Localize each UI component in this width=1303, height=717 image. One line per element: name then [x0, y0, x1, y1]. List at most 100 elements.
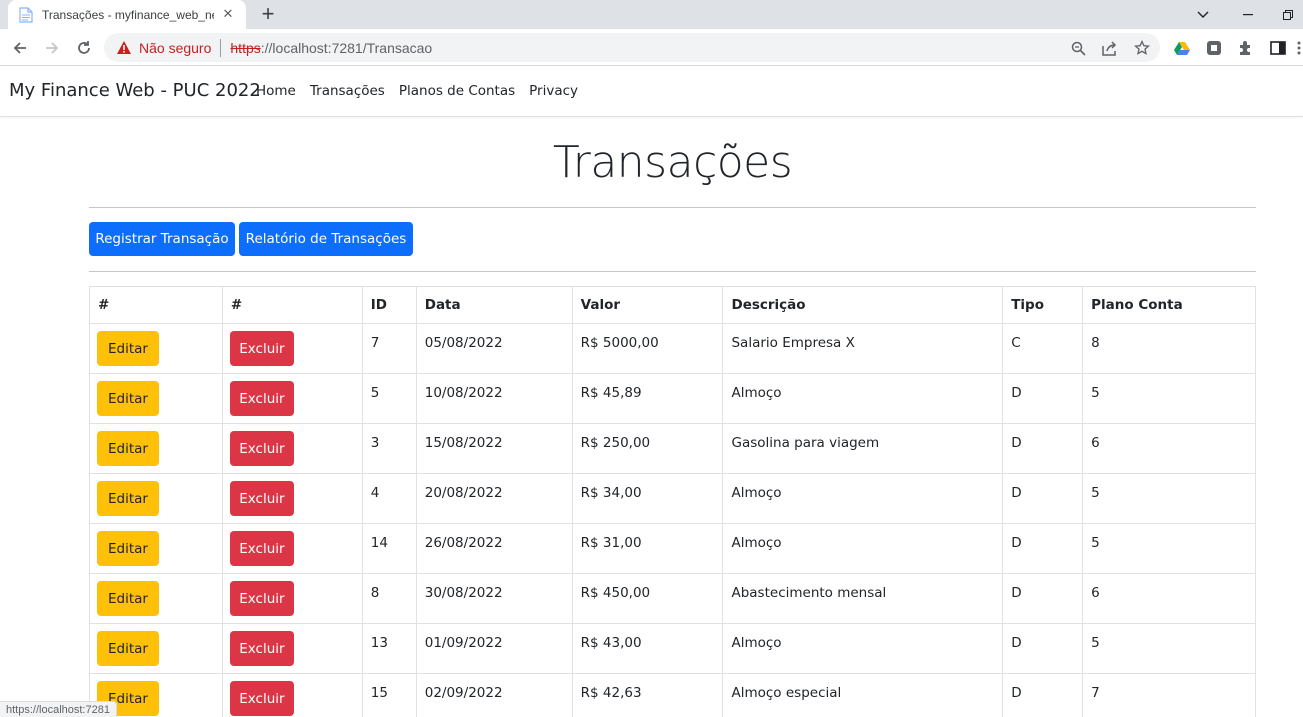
- site-navbar: My Finance Web - PUC 2022 Home Transaçõe…: [0, 66, 1303, 117]
- table-row: Editar Excluir 8 30/08/2022 R$ 450,00 Ab…: [89, 573, 1256, 624]
- delete-button[interactable]: Excluir: [229, 331, 294, 366]
- cell-description: Almoço: [722, 623, 1004, 674]
- column-header: Plano Conta: [1082, 286, 1256, 324]
- table-row: Editar Excluir 4 20/08/2022 R$ 34,00 Alm…: [89, 473, 1256, 524]
- cell-type: D: [1002, 623, 1084, 674]
- divider: [220, 38, 222, 57]
- table-row: Editar Excluir 14 26/08/2022 R$ 31,00 Al…: [89, 523, 1256, 574]
- extension-icon[interactable]: [1204, 38, 1224, 58]
- cell-date: 02/09/2022: [415, 673, 573, 717]
- delete-button[interactable]: Excluir: [229, 581, 294, 616]
- cell-value: R$ 450,00: [571, 573, 724, 624]
- column-header: Data: [415, 286, 573, 324]
- cell-value: R$ 250,00: [571, 423, 724, 474]
- cell-value: R$ 43,00: [571, 623, 724, 674]
- side-panel-icon[interactable]: [1268, 38, 1288, 58]
- browser-tab[interactable]: Transações - myfinance_web_net ✕: [8, 0, 246, 29]
- back-icon[interactable]: [7, 35, 33, 61]
- nav-link-privacy[interactable]: Privacy: [529, 83, 578, 99]
- page-title: Transações: [552, 137, 793, 188]
- cell-value: R$ 45,89: [571, 373, 724, 424]
- zoom-icon[interactable]: [1068, 38, 1088, 58]
- cell-id: 8: [361, 573, 417, 624]
- warning-icon[interactable]: [116, 40, 132, 56]
- table-header-row: # # ID Data Valor Descrição Tipo Plano C…: [89, 286, 1256, 324]
- delete-button[interactable]: Excluir: [229, 381, 294, 416]
- register-transaction-button[interactable]: Registrar Transação: [89, 222, 235, 256]
- cell-value: R$ 31,00: [571, 523, 724, 574]
- share-icon[interactable]: [1100, 38, 1120, 58]
- cell-description: Almoço: [722, 373, 1004, 424]
- restore-icon[interactable]: [1273, 0, 1303, 29]
- transaction-report-button[interactable]: Relatório de Transações: [239, 222, 413, 256]
- delete-button[interactable]: Excluir: [229, 681, 294, 716]
- browser-tabstrip: Transações - myfinance_web_net ✕ +: [0, 0, 1303, 29]
- edit-button[interactable]: Editar: [97, 581, 159, 616]
- cell-date: 15/08/2022: [415, 423, 573, 474]
- cell-date: 01/09/2022: [415, 623, 573, 674]
- cell-id: 7: [361, 323, 417, 374]
- nav-links: Home Transações Planos de Contas Privacy: [256, 83, 592, 99]
- nav-link-planos-de-contas[interactable]: Planos de Contas: [399, 83, 515, 99]
- browser-toolbar: Não seguro https://localhost:7281/Transa…: [0, 29, 1303, 66]
- google-drive-icon[interactable]: [1172, 38, 1192, 58]
- column-header: #: [221, 286, 363, 324]
- cell-description: Abastecimento mensal: [722, 573, 1004, 624]
- nav-link-home[interactable]: Home: [256, 83, 296, 99]
- column-header: Tipo: [1002, 286, 1084, 324]
- forward-icon[interactable]: [39, 35, 65, 61]
- security-label[interactable]: Não seguro: [139, 40, 211, 56]
- tab-title: Transações - myfinance_web_net: [42, 7, 214, 22]
- extensions-puzzle-icon[interactable]: [1236, 38, 1256, 58]
- cell-id: 15: [361, 673, 417, 717]
- edit-button[interactable]: Editar: [97, 481, 159, 516]
- reload-icon[interactable]: [71, 35, 97, 61]
- cell-account-plan: 5: [1082, 373, 1256, 424]
- table-row: Editar Excluir 7 05/08/2022 R$ 5000,00 S…: [89, 323, 1256, 374]
- cell-id: 3: [361, 423, 417, 474]
- cell-date: 10/08/2022: [415, 373, 573, 424]
- edit-button[interactable]: Editar: [97, 431, 159, 466]
- cell-account-plan: 6: [1082, 423, 1256, 474]
- table-row: Editar Excluir 5 10/08/2022 R$ 45,89 Alm…: [89, 373, 1256, 424]
- edit-button[interactable]: Editar: [97, 331, 159, 366]
- column-header: ID: [361, 286, 417, 324]
- cell-description: Almoço: [722, 473, 1004, 524]
- link-status-bubble: https://localhost:7281: [0, 701, 117, 717]
- transactions-table: # # ID Data Valor Descrição Tipo Plano C…: [89, 286, 1256, 717]
- table-row: Editar Excluir 13 01/09/2022 R$ 43,00 Al…: [89, 623, 1256, 674]
- menu-icon[interactable]: [1294, 38, 1303, 58]
- delete-button[interactable]: Excluir: [229, 631, 294, 666]
- cell-account-plan: 7: [1082, 673, 1256, 717]
- cell-description: Almoço especial: [722, 673, 1004, 717]
- cell-account-plan: 5: [1082, 623, 1256, 674]
- cell-account-plan: 8: [1082, 323, 1256, 374]
- cell-date: 26/08/2022: [415, 523, 573, 574]
- cell-account-plan: 5: [1082, 473, 1256, 524]
- address-bar[interactable]: Não seguro https://localhost:7281/Transa…: [104, 33, 1160, 62]
- url-text: ://localhost:7281/Transacao: [260, 39, 433, 56]
- edit-button[interactable]: Editar: [97, 631, 159, 666]
- edit-button[interactable]: Editar: [97, 531, 159, 566]
- navbar-brand[interactable]: My Finance Web - PUC 2022: [9, 80, 261, 101]
- cell-id: 4: [361, 473, 417, 524]
- delete-button[interactable]: Excluir: [229, 531, 294, 566]
- page-icon: [18, 6, 34, 23]
- url-scheme: https: [230, 39, 261, 56]
- table-row: Editar Excluir 15 02/09/2022 R$ 42,63 Al…: [89, 673, 1256, 717]
- cell-type: D: [1002, 673, 1084, 717]
- delete-button[interactable]: Excluir: [229, 431, 294, 466]
- delete-button[interactable]: Excluir: [229, 481, 294, 516]
- close-icon[interactable]: ✕: [220, 7, 236, 23]
- minimize-icon[interactable]: [1228, 0, 1268, 29]
- cell-type: D: [1002, 423, 1084, 474]
- edit-button[interactable]: Editar: [97, 381, 159, 416]
- nav-link-transacoes[interactable]: Transações: [310, 83, 385, 99]
- bookmark-star-icon[interactable]: [1132, 38, 1152, 58]
- table-row: Editar Excluir 3 15/08/2022 R$ 250,00 Ga…: [89, 423, 1256, 474]
- cell-type: C: [1002, 323, 1084, 374]
- new-tab-button[interactable]: +: [256, 1, 280, 26]
- tab-search-icon[interactable]: [1183, 0, 1223, 29]
- cell-type: D: [1002, 523, 1084, 574]
- divider: [89, 271, 1256, 272]
